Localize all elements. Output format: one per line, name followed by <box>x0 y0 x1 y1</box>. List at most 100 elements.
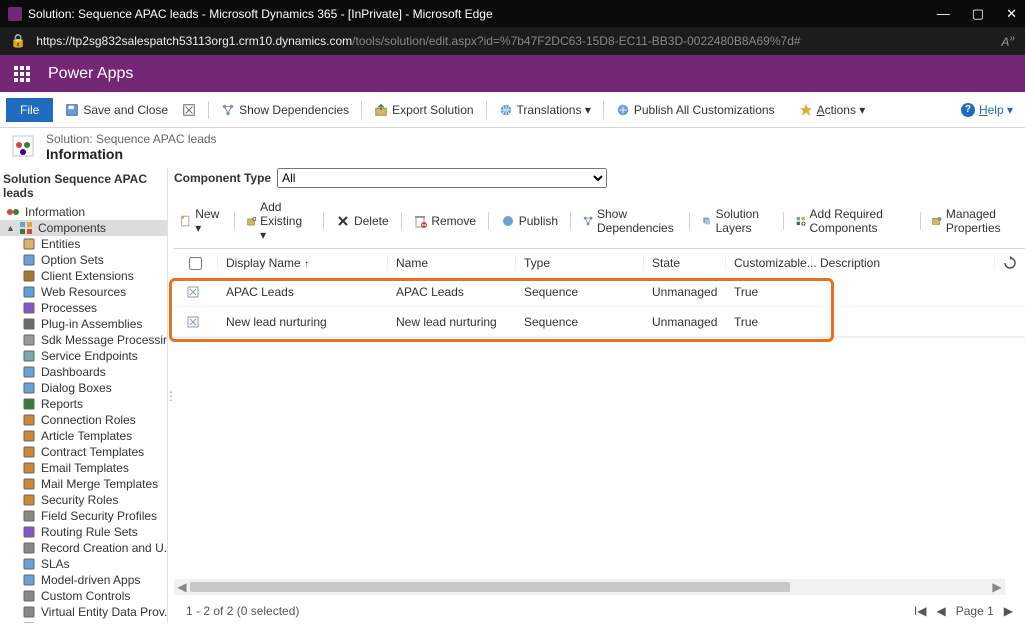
sidebar-item-label: Connection Roles <box>41 413 136 427</box>
sidebar-item-reports[interactable]: Reports <box>0 396 167 412</box>
tree-item-icon <box>22 621 36 623</box>
help-button[interactable]: ? Help ▾ <box>961 103 1025 117</box>
delete-button[interactable]: Delete <box>330 212 395 230</box>
cell-name: New lead nurturing <box>388 315 516 329</box>
tree-item-icon <box>22 253 36 267</box>
add-existing-button[interactable]: Add Existing ▾ <box>241 198 318 244</box>
sidebar-item-custom-controls[interactable]: Custom Controls <box>0 588 167 604</box>
actions-button[interactable]: Actions ▾ <box>795 101 870 119</box>
sidebar-item-model-driven-apps[interactable]: Model-driven Apps <box>0 572 167 588</box>
page-indicator: Page 1 <box>956 604 994 618</box>
column-header-type[interactable]: Type <box>516 256 644 270</box>
solution-layers-button[interactable]: Solution Layers <box>696 205 777 237</box>
window-close-icon[interactable]: ✕ <box>1006 6 1017 22</box>
sidebar-item-field-security-profiles[interactable]: Field Security Profiles <box>0 508 167 524</box>
show-dependencies-button[interactable]: Show Dependencies <box>217 101 353 119</box>
sidebar-item-article-templates[interactable]: Article Templates <box>0 428 167 444</box>
publish-button[interactable]: Publish <box>495 212 564 230</box>
url[interactable]: https://tp2sg832salespatch53113org1.crm1… <box>36 34 800 48</box>
horizontal-scrollbar[interactable]: ◀ ▶ <box>174 579 1005 595</box>
close-button[interactable] <box>178 101 200 119</box>
column-header-name[interactable]: Name <box>388 256 516 270</box>
grid-show-dependencies-button[interactable]: Show Dependencies <box>577 205 684 237</box>
sidebar-item-service-endpoints[interactable]: Service Endpoints <box>0 348 167 364</box>
sidebar-item-processes[interactable]: Processes <box>0 300 167 316</box>
solution-sidebar: Solution Sequence APAC leads Information… <box>0 168 168 623</box>
cell-display-name: APAC Leads <box>218 285 388 299</box>
table-row[interactable]: New lead nurturingNew lead nurturingSequ… <box>174 307 1025 337</box>
cell-type: Sequence <box>516 315 644 329</box>
publish-icon <box>501 214 515 228</box>
tree-item-icon <box>22 445 36 459</box>
sort-asc-icon: ↑ <box>304 259 309 270</box>
sidebar-item-contract-templates[interactable]: Contract Templates <box>0 444 167 460</box>
save-and-close-label: Save and Close <box>83 103 168 117</box>
export-solution-button[interactable]: Export Solution <box>370 101 477 119</box>
tree-item-icon <box>22 413 36 427</box>
component-type-select[interactable]: All <box>277 168 607 188</box>
table-row[interactable]: APAC LeadsAPAC LeadsSequenceUnmanagedTru… <box>174 277 1025 307</box>
scroll-thumb[interactable] <box>190 582 790 592</box>
tree-item-icon <box>22 509 36 523</box>
export-solution-label: Export Solution <box>392 103 473 117</box>
tree-item-icon <box>22 605 36 619</box>
publish-all-button[interactable]: Publish All Customizations <box>612 101 779 119</box>
sidebar-item-virtual-entity-data-sour[interactable]: Virtual Entity Data Sour... <box>0 620 167 623</box>
prev-page-button[interactable]: ◀ <box>936 604 945 618</box>
sequence-icon <box>186 315 200 329</box>
read-aloud-icon[interactable]: A» <box>1001 33 1015 50</box>
scroll-left-icon[interactable]: ◀ <box>174 579 190 595</box>
app-icon <box>8 7 22 21</box>
save-icon <box>65 103 79 117</box>
browser-title-bar: Solution: Sequence APAC leads - Microsof… <box>0 0 1025 27</box>
select-all-checkbox[interactable] <box>189 257 202 270</box>
components-icon <box>19 221 33 235</box>
sidebar-item-email-templates[interactable]: Email Templates <box>0 460 167 476</box>
save-and-close-button[interactable]: Save and Close <box>61 101 172 119</box>
new-button[interactable]: New ▾ <box>174 205 228 237</box>
refresh-button[interactable] <box>995 255 1025 271</box>
column-header-display-name[interactable]: Display Name ↑ <box>218 256 388 270</box>
site-info-icon[interactable]: 🔒 <box>10 33 26 49</box>
sidebar-item-option-sets[interactable]: Option Sets <box>0 252 167 268</box>
dependencies-icon <box>221 103 235 117</box>
file-tab[interactable]: File <box>6 98 53 122</box>
sidebar-item-client-extensions[interactable]: Client Extensions <box>0 268 167 284</box>
remove-button[interactable]: Remove <box>407 212 482 230</box>
show-dependencies-label: Show Dependencies <box>239 103 349 117</box>
window-minimize-icon[interactable]: — <box>937 6 950 22</box>
sidebar-item-mail-merge-templates[interactable]: Mail Merge Templates <box>0 476 167 492</box>
window-maximize-icon[interactable]: ▢ <box>972 6 984 22</box>
sidebar-item-entities[interactable]: Entities <box>0 236 167 252</box>
next-page-button[interactable]: ▶ <box>1004 604 1013 618</box>
solution-layers-label: Solution Layers <box>716 207 772 235</box>
sidebar-item-dashboards[interactable]: Dashboards <box>0 364 167 380</box>
actions-icon <box>799 103 813 117</box>
sidebar-item-components[interactable]: ▲ Components <box>0 220 167 236</box>
column-header-state[interactable]: State <box>644 256 726 270</box>
managed-properties-button[interactable]: Managed Properties <box>926 205 1025 237</box>
column-header-description[interactable]: Description <box>812 256 995 270</box>
sidebar-item-virtual-entity-data-prov[interactable]: Virtual Entity Data Prov... <box>0 604 167 620</box>
scroll-right-icon[interactable]: ▶ <box>989 579 1005 595</box>
sidebar-item-information[interactable]: Information <box>0 204 167 220</box>
sidebar-item-dialog-boxes[interactable]: Dialog Boxes <box>0 380 167 396</box>
translations-button[interactable]: Translations ▾ <box>495 101 595 119</box>
first-page-button[interactable]: I◀ <box>914 604 927 618</box>
column-header-customizable[interactable]: Customizable... <box>726 256 812 270</box>
scroll-track[interactable] <box>190 579 989 595</box>
app-launcher-button[interactable] <box>0 55 44 92</box>
breadcrumb: Solution: Sequence APAC leads <box>46 132 217 146</box>
sidebar-item-web-resources[interactable]: Web Resources <box>0 284 167 300</box>
sidebar-item-record-creation-and-u[interactable]: Record Creation and U... <box>0 540 167 556</box>
sidebar-item-sdk-message-processin[interactable]: Sdk Message Processin... <box>0 332 167 348</box>
delete-icon <box>336 214 350 228</box>
add-required-components-button[interactable]: Add Required Components <box>790 205 914 237</box>
window-title: Solution: Sequence APAC leads - Microsof… <box>28 7 937 21</box>
collapse-icon[interactable]: ▲ <box>6 223 14 233</box>
sidebar-item-connection-roles[interactable]: Connection Roles <box>0 412 167 428</box>
sidebar-item-security-roles[interactable]: Security Roles <box>0 492 167 508</box>
sidebar-item-slas[interactable]: SLAs <box>0 556 167 572</box>
sidebar-item-plug-in-assemblies[interactable]: Plug-in Assemblies <box>0 316 167 332</box>
sidebar-item-routing-rule-sets[interactable]: Routing Rule Sets <box>0 524 167 540</box>
